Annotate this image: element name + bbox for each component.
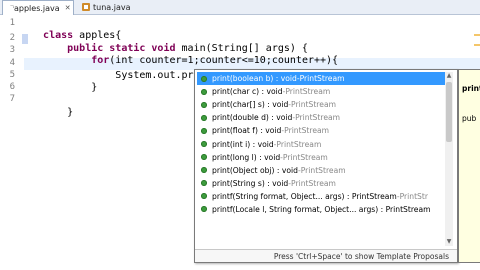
completion-item[interactable]: print(int i) : void - PrintStream [197, 137, 445, 150]
method-signature: print(long l) : void [212, 152, 281, 162]
tab-label: tuna.java [93, 2, 131, 12]
public-method-icon [201, 75, 207, 82]
completion-scrollbar[interactable]: ▲ ▼ [445, 72, 453, 246]
line-number: 6 [9, 82, 15, 92]
line-number: 5 [9, 70, 15, 80]
method-signature: print(String s) : void [212, 178, 289, 188]
declaring-type: PrintStream [285, 87, 331, 97]
line-number: 1 [9, 18, 15, 28]
completion-item[interactable]: print(long l) : void - PrintStream [197, 151, 445, 164]
public-method-icon [201, 193, 207, 200]
declaring-type: PrintStream [291, 178, 336, 188]
close-icon[interactable]: ✕ [65, 4, 71, 12]
scroll-down-arrow-icon[interactable]: ▼ [445, 238, 453, 246]
method-signature: print(char c) : void [212, 87, 283, 97]
occurrence-marker [22, 34, 28, 44]
method-signature: print(char[] s) : void [212, 100, 289, 110]
code-text: } [43, 107, 74, 118]
content-assist-popup: print(boolean b) : void - PrintStream pr… [194, 69, 458, 263]
declaring-type: PrintStream [291, 100, 336, 110]
javadoc-body: pub [462, 114, 477, 123]
method-signature: printf(String format, Object... args) : … [212, 191, 397, 201]
code-line[interactable]: } [31, 95, 73, 118]
public-method-icon [201, 167, 207, 174]
line-number: 3 [9, 45, 15, 55]
line-number: 2 [9, 33, 15, 43]
public-method-icon [201, 141, 207, 148]
completion-item[interactable]: print(float f) : void - PrintStream [197, 124, 445, 137]
declaring-type: PrintStream [284, 126, 330, 136]
completion-item[interactable]: print(boolean b) : void - PrintStream [197, 72, 445, 86]
completion-footer-hint: Press 'Ctrl+Space' to show Template Prop… [195, 249, 457, 262]
code-line-cursor[interactable]: System.out.pr [31, 58, 195, 81]
code-line[interactable]: for(int counter=1;counter<=10;counter++)… [31, 43, 338, 66]
public-method-icon [201, 88, 207, 95]
java-file-icon [82, 3, 90, 11]
completion-item[interactable]: print(String s) : void - PrintStream [197, 177, 445, 190]
tab-apples-java[interactable]: *apples.java ✕ [2, 0, 74, 15]
completion-item[interactable]: print(double d) : void - PrintStream [197, 111, 445, 124]
scroll-up-arrow-icon[interactable]: ▲ [445, 72, 453, 80]
code-line[interactable]: class apples{ [31, 18, 121, 41]
method-signature: print(double d) : void [212, 113, 293, 123]
tab-tuna-java[interactable]: tuna.java [78, 0, 136, 14]
editor-tab-bar: *apples.java ✕ tuna.java [0, 0, 480, 15]
overview-ruler-mark[interactable] [474, 44, 480, 46]
method-signature: print(Object obj) : void [212, 165, 298, 175]
method-signature: print(boolean b) : void [212, 74, 297, 84]
overview-ruler-mark[interactable] [474, 34, 480, 36]
public-method-icon [201, 101, 207, 108]
declaring-type: PrintStream [299, 74, 345, 84]
declaring-type: PrintStream [282, 152, 328, 162]
completion-item[interactable]: print(char c) : void - PrintStream [197, 85, 445, 98]
method-signature: print(int i) : void [212, 139, 274, 149]
javadoc-hover: print pub [458, 69, 480, 263]
declaring-type: PrintStream [300, 165, 346, 175]
method-signature: print(float f) : void [212, 126, 282, 136]
scrollbar-thumb[interactable] [446, 82, 452, 142]
public-method-icon [201, 180, 207, 187]
declaring-type: PrintStream [295, 113, 341, 123]
public-method-icon [201, 154, 207, 161]
public-method-icon [201, 127, 207, 134]
javadoc-title: print [462, 84, 480, 93]
tab-label: *apples.java [10, 3, 60, 13]
completion-item[interactable]: printf(Locale l, String format, Object..… [197, 203, 445, 216]
line-number-gutter: 1 2 3 4 5 6 7 [0, 15, 22, 270]
code-line[interactable]: } [31, 70, 97, 93]
code-line[interactable]: public static void main(String[] args) { [31, 31, 308, 54]
public-method-icon [201, 206, 207, 213]
completion-list: print(boolean b) : void - PrintStream pr… [197, 72, 445, 246]
code-text: } [43, 82, 98, 93]
line-number: 7 [9, 94, 15, 104]
method-signature: printf(Locale l, String format, Object..… [212, 204, 431, 214]
completion-item[interactable]: print(char[] s) : void - PrintStream [197, 98, 445, 111]
declaring-type: PrintStr [399, 191, 428, 201]
declaring-type: PrintStream [276, 139, 322, 149]
completion-item[interactable]: printf(String format, Object... args) : … [197, 190, 445, 203]
public-method-icon [201, 114, 207, 121]
completion-item[interactable]: print(Object obj) : void - PrintStream [197, 164, 445, 177]
line-number: 4 [9, 58, 15, 68]
